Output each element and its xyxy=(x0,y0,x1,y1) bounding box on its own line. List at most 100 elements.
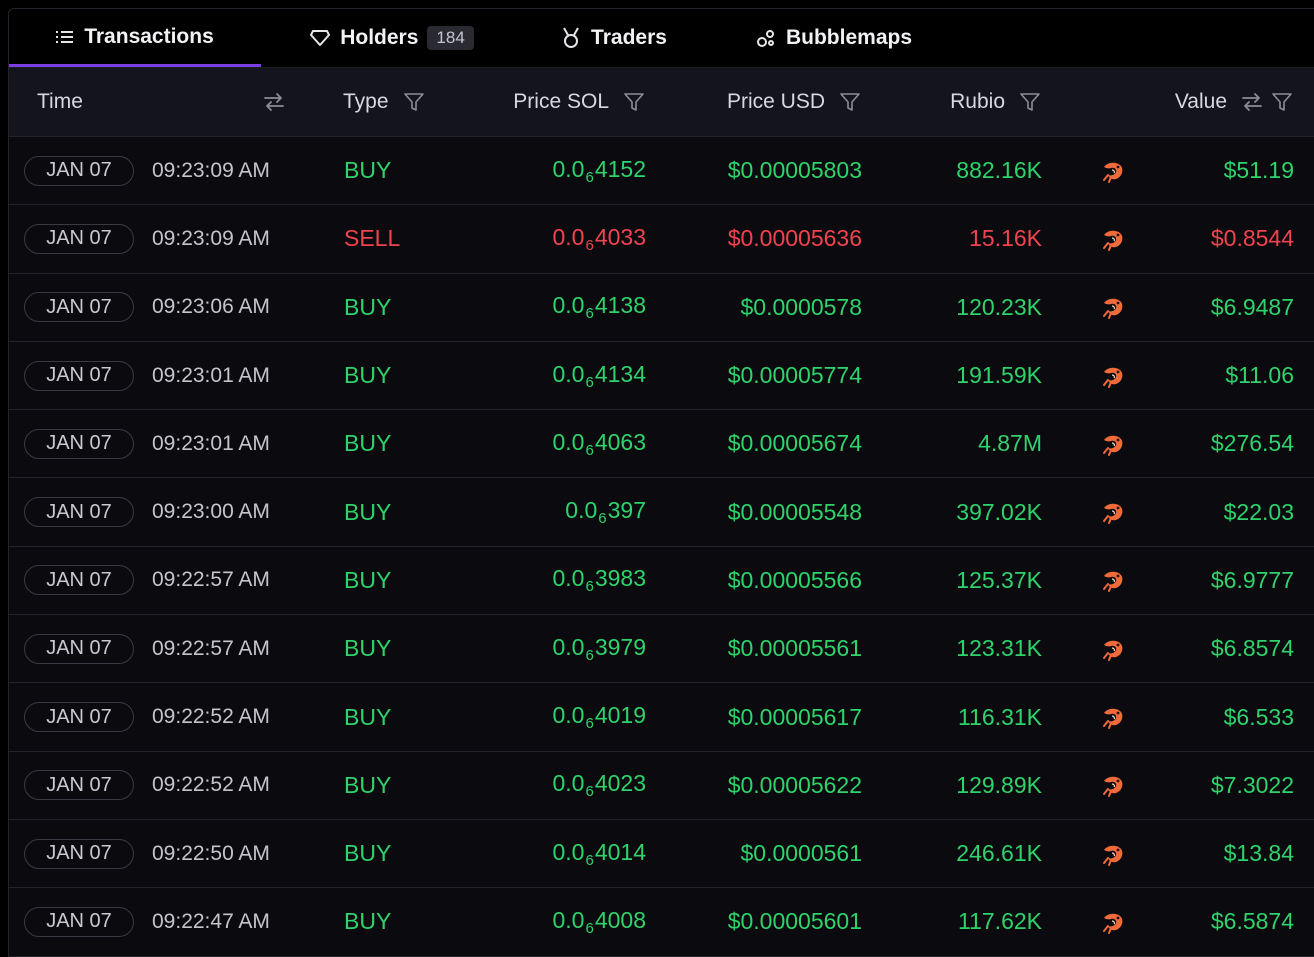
tab-traders-label: Traders xyxy=(591,26,667,49)
tab-holders[interactable]: Holders 184 xyxy=(297,9,487,67)
table-row[interactable]: JAN 07 09:22:50 AM BUY 0.064014 $0.00005… xyxy=(9,820,1314,889)
column-header-token[interactable]: Rubio xyxy=(909,68,1041,136)
row-type-text: BUY xyxy=(344,157,392,184)
filter-icon[interactable] xyxy=(1271,91,1293,113)
row-token-amount: 129.89K xyxy=(889,752,1042,819)
row-price-usd: $0.0000578 xyxy=(669,274,862,341)
date-pill: JAN 07 xyxy=(24,155,134,186)
maker-icon[interactable] xyxy=(1099,478,1125,545)
row-type: BUY xyxy=(344,547,391,614)
row-time: 09:22:57 AM xyxy=(152,615,270,682)
row-price-usd: $0.00005548 xyxy=(669,478,862,545)
swap-arrows-icon[interactable] xyxy=(263,92,285,112)
date-pill: JAN 07 xyxy=(24,223,134,254)
row-value-text: $6.9487 xyxy=(1210,293,1294,320)
table-row[interactable]: JAN 07 09:22:57 AM BUY 0.063983 $0.00005… xyxy=(9,547,1314,616)
row-time: 09:22:52 AM xyxy=(152,752,270,819)
row-value-text: $6.9777 xyxy=(1210,566,1294,593)
row-price-usd: $0.0000561 xyxy=(669,820,862,887)
column-header-price-sol[interactable]: Price SOL xyxy=(479,68,645,136)
table-row[interactable]: JAN 07 09:22:52 AM BUY 0.064023 $0.00005… xyxy=(9,752,1314,820)
row-value: $276.54 xyxy=(1129,410,1294,477)
row-value-text: $7.3022 xyxy=(1210,771,1294,798)
row-price-sol-text: 0.063983 xyxy=(552,565,647,596)
shrimp-icon xyxy=(1103,913,1123,934)
row-type: BUY xyxy=(344,410,391,477)
row-type: BUY xyxy=(344,820,391,887)
row-token-amount: 15.16K xyxy=(889,205,1042,272)
row-type: BUY xyxy=(344,752,391,819)
row-token-amount-text: 120.23K xyxy=(956,293,1042,320)
tab-bar: Transactions Holders 184 Traders Bubblem… xyxy=(9,9,1314,68)
column-header-value[interactable]: Value xyxy=(1129,68,1293,136)
table-row[interactable]: JAN 07 09:22:52 AM BUY 0.064019 $0.00005… xyxy=(9,683,1314,752)
row-value-text: $13.84 xyxy=(1223,840,1294,867)
filter-icon[interactable] xyxy=(839,91,861,113)
filter-icon[interactable] xyxy=(403,91,425,113)
shrimp-icon xyxy=(1103,503,1123,525)
row-price-sol-text: 0.064063 xyxy=(552,428,647,459)
maker-icon[interactable] xyxy=(1099,410,1125,477)
table-row[interactable]: JAN 07 09:23:01 AM BUY 0.064134 $0.00005… xyxy=(9,342,1314,411)
row-time: 09:22:50 AM xyxy=(152,820,270,887)
row-value: $6.533 xyxy=(1129,683,1294,750)
row-time-text: 09:23:09 AM xyxy=(152,158,270,182)
tab-bubblemaps[interactable]: Bubblemaps xyxy=(744,9,924,67)
row-date: JAN 07 xyxy=(46,842,112,865)
table-row[interactable]: JAN 07 09:23:01 AM BUY 0.064063 $0.00005… xyxy=(9,410,1314,479)
row-value-text: $6.533 xyxy=(1223,703,1294,730)
date-pill: JAN 07 xyxy=(24,838,134,869)
table-row[interactable]: JAN 07 09:22:47 AM BUY 0.064008 $0.00005… xyxy=(9,888,1314,957)
column-header-price-usd[interactable]: Price USD xyxy=(689,68,861,136)
row-token-amount-text: 882.16K xyxy=(956,157,1042,184)
column-header-token-label: Rubio xyxy=(950,90,1005,113)
row-value: $0.8544 xyxy=(1129,205,1294,272)
row-value-text: $6.8574 xyxy=(1210,635,1294,662)
table-header: Time Type Price SOL Price USD Rubio Valu… xyxy=(9,68,1314,137)
row-price-sol-text: 0.064008 xyxy=(552,906,647,937)
row-price-usd-text: $0.0000561 xyxy=(740,840,862,867)
row-price-usd-text: $0.00005622 xyxy=(727,771,862,798)
maker-icon[interactable] xyxy=(1099,820,1125,887)
row-token-amount: 120.23K xyxy=(889,274,1042,341)
maker-icon[interactable] xyxy=(1099,752,1125,819)
column-header-price-sol-label: Price SOL xyxy=(513,90,609,113)
maker-icon[interactable] xyxy=(1099,888,1125,955)
maker-icon[interactable] xyxy=(1099,205,1125,272)
filter-icon[interactable] xyxy=(1019,91,1041,113)
row-price-sol-text: 0.064033 xyxy=(552,223,647,254)
row-time-text: 09:22:52 AM xyxy=(152,773,270,797)
column-header-type[interactable]: Type xyxy=(343,68,453,136)
row-type: SELL xyxy=(344,205,400,272)
maker-icon[interactable] xyxy=(1099,683,1125,750)
date-pill: JAN 07 xyxy=(24,770,134,801)
filter-icon[interactable] xyxy=(623,91,645,113)
column-header-time[interactable]: Time xyxy=(37,68,285,136)
table-row[interactable]: JAN 07 09:23:00 AM BUY 0.06397 $0.000055… xyxy=(9,478,1314,547)
row-price-sol-text: 0.064138 xyxy=(552,292,647,323)
row-price-usd: $0.00005566 xyxy=(669,547,862,614)
date-pill: JAN 07 xyxy=(24,292,134,323)
maker-icon[interactable] xyxy=(1099,547,1125,614)
tab-traders[interactable]: Traders xyxy=(549,9,679,67)
row-token-amount-text: 4.87M xyxy=(978,430,1042,457)
row-price-sol-text: 0.064134 xyxy=(552,360,647,391)
row-time: 09:23:06 AM xyxy=(152,274,270,341)
swap-arrows-icon[interactable] xyxy=(1241,92,1263,112)
row-type: BUY xyxy=(344,888,391,955)
maker-icon[interactable] xyxy=(1099,615,1125,682)
table-row[interactable]: JAN 07 09:22:57 AM BUY 0.063979 $0.00005… xyxy=(9,615,1314,684)
row-price-usd: $0.00005601 xyxy=(669,888,862,955)
maker-icon[interactable] xyxy=(1099,342,1125,409)
row-type-text: BUY xyxy=(344,566,392,593)
table-row[interactable]: JAN 07 09:23:06 AM BUY 0.064138 $0.00005… xyxy=(9,274,1314,342)
maker-icon[interactable] xyxy=(1099,274,1125,341)
table-row[interactable]: JAN 07 09:23:09 AM BUY 0.064152 $0.00005… xyxy=(9,137,1314,206)
maker-icon[interactable] xyxy=(1099,137,1125,204)
tab-transactions[interactable]: Transactions xyxy=(9,9,261,67)
tab-bubblemaps-label: Bubblemaps xyxy=(785,26,913,49)
table-row[interactable]: JAN 07 09:23:09 AM SELL 0.064033 $0.0000… xyxy=(9,205,1314,274)
row-token-amount-text: 125.37K xyxy=(956,566,1042,593)
row-price-sol: 0.063983 xyxy=(479,547,647,614)
row-time: 09:23:01 AM xyxy=(152,410,270,477)
